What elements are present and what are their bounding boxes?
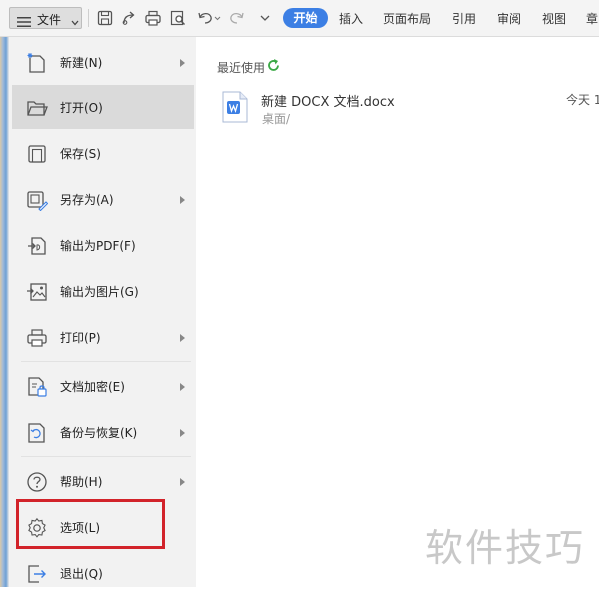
submenu-arrow-icon xyxy=(180,196,185,204)
window-edge-strip xyxy=(0,37,9,587)
menu-divider xyxy=(21,361,191,362)
tab-start[interactable]: 开始 xyxy=(283,8,328,28)
refresh-icon[interactable] xyxy=(266,58,281,73)
image-export-icon xyxy=(26,281,48,303)
chevron-down-icon xyxy=(70,13,80,32)
menu-item-label: 新建(N) xyxy=(60,56,103,70)
watermark-text: 软件技巧 xyxy=(425,526,586,570)
save-icon xyxy=(26,143,48,165)
menu-item-label: 打印(P) xyxy=(60,331,101,345)
recent-file-path: 桌面/ xyxy=(262,112,291,126)
file-menu-label: 文件 xyxy=(37,13,62,27)
preview-icon[interactable] xyxy=(169,9,187,27)
menu-item-export-pdf[interactable]: 输出为PDF(F) xyxy=(12,223,194,267)
help-icon xyxy=(26,471,48,493)
pdf-export-icon xyxy=(26,235,48,257)
submenu-arrow-icon xyxy=(180,429,185,437)
tab-page-layout[interactable]: 页面布局 xyxy=(383,10,431,27)
tab-review[interactable]: 审阅 xyxy=(497,10,521,27)
options-highlight-box xyxy=(16,499,165,549)
menu-item-save-as[interactable]: 另存为(A) xyxy=(12,177,194,221)
save-as-icon xyxy=(26,189,48,211)
more-dropdown-icon[interactable] xyxy=(256,9,274,27)
print-icon[interactable] xyxy=(144,9,162,27)
menu-item-encrypt[interactable]: 文档加密(E) xyxy=(12,364,194,408)
new-doc-icon xyxy=(26,52,48,74)
encrypt-icon xyxy=(26,376,48,398)
hamburger-icon xyxy=(17,13,31,32)
menu-item-backup[interactable]: 备份与恢复(K) xyxy=(12,410,194,454)
menu-item-new[interactable]: 新建(N) xyxy=(12,40,194,84)
submenu-arrow-icon xyxy=(180,334,185,342)
recent-file-time: 今天 1 xyxy=(566,93,599,107)
toolbar-separator xyxy=(88,9,89,27)
submenu-arrow-icon xyxy=(180,383,185,391)
menu-item-label: 打开(O) xyxy=(60,101,103,115)
top-toolbar: 文件 开始 插入 页面布局 引用 审阅 视图 章 xyxy=(0,0,599,37)
menu-item-save[interactable]: 保存(S) xyxy=(12,131,194,175)
menu-item-label: 备份与恢复(K) xyxy=(60,426,138,440)
tab-references[interactable]: 引用 xyxy=(452,10,476,27)
submenu-arrow-icon xyxy=(180,59,185,67)
file-menu-button[interactable]: 文件 xyxy=(9,7,82,29)
menu-item-label: 帮助(H) xyxy=(60,475,103,489)
menu-item-label: 输出为图片(G) xyxy=(60,285,139,299)
folder-open-icon xyxy=(26,97,48,119)
menu-item-label: 输出为PDF(F) xyxy=(60,239,136,253)
menu-item-export-image[interactable]: 输出为图片(G) xyxy=(12,269,194,313)
menu-item-help[interactable]: 帮助(H) xyxy=(12,459,194,503)
print-icon xyxy=(26,327,48,349)
word-doc-icon xyxy=(222,91,248,123)
submenu-arrow-icon xyxy=(180,478,185,486)
menu-item-label: 另存为(A) xyxy=(60,193,114,207)
menu-item-exit[interactable]: 退出(Q) xyxy=(12,551,194,595)
recent-file-name: 新建 DOCX 文档.docx xyxy=(261,95,395,110)
backup-icon xyxy=(26,422,48,444)
undo-icon[interactable] xyxy=(196,9,222,27)
menu-item-print[interactable]: 打印(P) xyxy=(12,315,194,359)
save-icon[interactable] xyxy=(96,9,114,27)
menu-item-label: 文档加密(E) xyxy=(60,380,125,394)
menu-divider xyxy=(21,456,191,457)
tab-view[interactable]: 视图 xyxy=(542,10,566,27)
export-icon[interactable] xyxy=(120,9,138,27)
exit-icon xyxy=(26,563,48,585)
menu-item-label: 保存(S) xyxy=(60,147,101,161)
menu-item-open[interactable]: 打开(O) xyxy=(12,85,194,129)
tab-chapter[interactable]: 章 xyxy=(586,10,598,27)
menu-item-label: 退出(Q) xyxy=(60,567,103,581)
redo-icon[interactable] xyxy=(228,9,246,27)
recent-files-title: 最近使用 xyxy=(217,61,266,75)
tab-insert[interactable]: 插入 xyxy=(339,10,363,27)
